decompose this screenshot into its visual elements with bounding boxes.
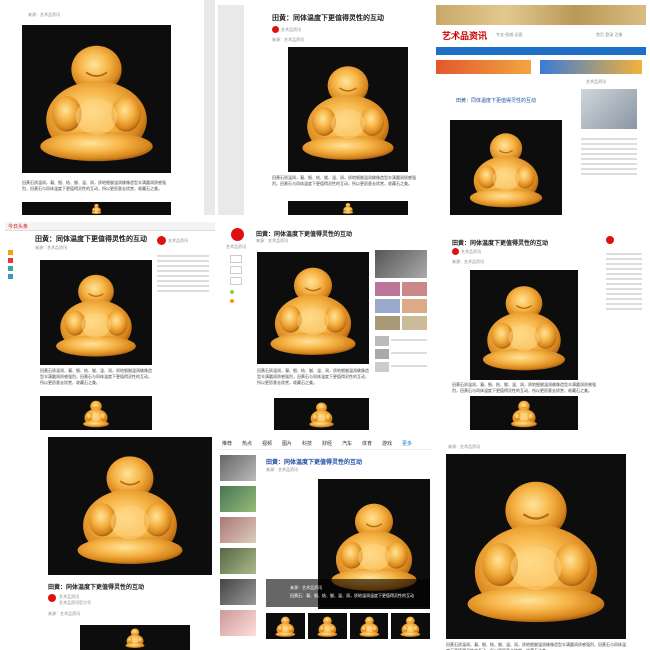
tab-2[interactable]: 视频	[262, 440, 272, 447]
article-snippet: 田黄石质温润，凝、细、结、腻、温、润，质地细腻温润佛像造型丰满圆润质感强烈，田黄…	[257, 368, 369, 385]
statue-photo-2[interactable]	[40, 396, 152, 430]
statue-photo-2[interactable]	[288, 201, 408, 215]
sidebar-list	[606, 250, 642, 313]
sidebar-list	[581, 135, 637, 178]
tile-portal: 艺术品资讯 专业·权威·全面 首页 登录 注册 艺术品资讯 田黄：同体温度下更值…	[436, 5, 646, 215]
tab-9[interactable]: 更多	[402, 440, 412, 447]
author-name: 艺术品资讯	[461, 249, 481, 254]
article-snippet: 田黄石质温润，凝、细、结、腻、温、润，质地细腻温润佛像造型丰满圆润质感强烈，田黄…	[40, 368, 152, 385]
tab-0[interactable]: 推荐	[222, 440, 232, 447]
tab-3[interactable]: 图片	[282, 440, 292, 447]
ad-banner[interactable]	[436, 60, 531, 74]
statue-photo[interactable]	[257, 252, 369, 364]
article-snippet: 田黄石质温润，凝、细、结、腻、温、润，质地细腻温润佛像造型丰满圆润质感强烈，田黄…	[452, 382, 596, 393]
left-feed[interactable]	[220, 455, 256, 650]
scrollbar[interactable]	[204, 0, 215, 215]
article-title: 田黄：同体温度下更值得灵性的互动	[48, 584, 145, 591]
top-tabs[interactable]: 推荐 热点 视频 图片 科技 财经 汽车 体育 游戏 更多	[218, 437, 433, 450]
tile-article-4: 今日头条 田黄：同体温度下更值得灵性的互动 来源：艺术品资讯 田黄石质温润，凝、…	[5, 222, 215, 430]
article-snippet: 田黄石质温润，凝、细、结、腻、温、润，质地细腻温润佛像造型丰满圆润质感强烈，田黄…	[272, 175, 416, 186]
avatar-icon[interactable]	[606, 236, 614, 244]
thumbnail-strip[interactable]	[266, 613, 430, 639]
tab-5[interactable]: 财经	[322, 440, 332, 447]
author-sub: 艺术品资讯官方号	[59, 600, 91, 605]
caption-author: 来源：艺术品资讯	[290, 585, 322, 590]
tile-news-app: 推荐 热点 视频 图片 科技 财经 汽车 体育 游戏 更多 田黄：同体温度下更值…	[218, 437, 433, 650]
tab-1[interactable]: 热点	[242, 440, 252, 447]
tile-article-6: 田黄：同体温度下更值得灵性的互动 艺术品资讯 来源：艺术品资讯 田黄石质温润，凝…	[438, 222, 646, 430]
statue-photo-2[interactable]	[22, 202, 171, 215]
tab-7[interactable]: 体育	[362, 440, 372, 447]
statue-photo-2[interactable]	[470, 396, 578, 430]
red-logo-icon	[157, 236, 166, 245]
statue-photo-2[interactable]	[274, 398, 369, 430]
byline: 来源：艺术品资讯	[256, 238, 288, 243]
statue-photo[interactable]	[22, 25, 171, 173]
byline: 来源：艺术品资讯	[35, 245, 67, 250]
tile-article-2: 田黄：同体温度下更值得灵性的互动 艺术品资讯 来源：艺术品资讯 田黄石质温润，凝…	[218, 5, 430, 215]
top-bar	[5, 222, 215, 231]
portal-brand[interactable]: 艺术品资讯	[442, 29, 487, 42]
left-gutter	[218, 5, 244, 215]
article-title: 田黄：同体温度下更值得灵性的互动	[266, 459, 363, 466]
statue-photo[interactable]	[288, 47, 408, 172]
byline: 来源：艺术品资讯	[452, 259, 484, 264]
tab-8[interactable]: 游戏	[382, 440, 392, 447]
share-sidebar	[8, 247, 22, 287]
caption-text: 田黄石：凝、细、结、腻、温、润，质地温润温度下更值得灵性的互动	[290, 593, 414, 598]
red-logo-icon	[48, 594, 56, 602]
tile-article-1: 来源：艺术品资讯 田黄石质温润，凝、细、结、腻、温、润，质地细腻温润佛像造型丰满…	[0, 0, 215, 215]
source-label: 来源：艺术品资讯	[28, 12, 60, 17]
ad-banner-2[interactable]	[540, 60, 642, 74]
app-brand[interactable]: 今日头条	[8, 223, 28, 230]
statue-photo-2[interactable]	[80, 625, 190, 650]
article-snippet: 田黄石质温润，凝、细、结、腻、温、润，质地细腻温润佛像造型丰满圆润质感强烈，田黄…	[22, 180, 166, 191]
portal-nav-right[interactable]: 首页 登录 注册	[596, 32, 623, 38]
statue-photo[interactable]	[450, 120, 562, 215]
red-logo-icon	[452, 248, 459, 255]
tile-article-7: 田黄：同体温度下更值得灵性的互动 艺术品资讯 艺术品资讯官方号 来源：艺术品资讯	[40, 437, 212, 650]
breadcrumb[interactable]: 艺术品资讯	[586, 79, 606, 85]
author-name[interactable]: 艺术品资讯	[168, 238, 188, 244]
author-name: 艺术品资讯	[226, 244, 246, 249]
article-snippet: 田黄石质温润，凝、细、结、腻、温、润，质地细腻温润佛像造型丰满圆润质感强烈，田黄…	[446, 642, 626, 650]
tile-article-5: 艺术品资讯 田黄：同体温度下更值得灵性的互动 来源：艺术品资讯 田黄石质温润，凝…	[222, 222, 432, 430]
article-title: 田黄：同体温度下更值得灵性的互动	[256, 231, 353, 238]
byline: 来源：艺术品资讯	[266, 467, 298, 472]
statue-photo[interactable]	[48, 437, 212, 575]
byline: 来源：艺术品资讯	[48, 611, 80, 616]
article-title: 田黄：同体温度下更值得灵性的互动	[35, 235, 147, 243]
portal-nav-bar[interactable]	[436, 47, 646, 55]
red-logo-icon	[231, 228, 244, 241]
byline: 来源：艺术品资讯	[272, 37, 304, 42]
tab-4[interactable]: 科技	[302, 440, 312, 447]
author-name: 艺术品资讯	[281, 27, 301, 32]
article-title: 田黄：同体温度下更值得灵性的互动	[452, 240, 549, 247]
side-icons[interactable]	[230, 252, 242, 308]
tab-6[interactable]: 汽车	[342, 440, 352, 447]
related-list[interactable]	[375, 250, 427, 375]
source-label: 来源：艺术品资讯	[448, 444, 480, 449]
red-logo-icon	[272, 26, 279, 33]
banner-painting	[436, 5, 646, 25]
sidebar-image[interactable]	[581, 89, 637, 129]
portal-tagline: 专业·权威·全面	[496, 32, 523, 37]
statue-photo[interactable]	[470, 270, 578, 380]
statue-photo[interactable]	[446, 454, 626, 639]
tile-article-9: 来源：艺术品资讯 田黄石质温润，凝、细、结、腻、温、润，质地细腻温润佛像造型丰满…	[440, 440, 646, 650]
sidebar-list	[157, 252, 209, 295]
article-title: 田黄：同体温度下更值得灵性的互动	[272, 14, 384, 22]
article-title: 田黄：同体温度下更值得灵性的互动	[456, 98, 537, 104]
statue-photo[interactable]	[40, 260, 152, 365]
